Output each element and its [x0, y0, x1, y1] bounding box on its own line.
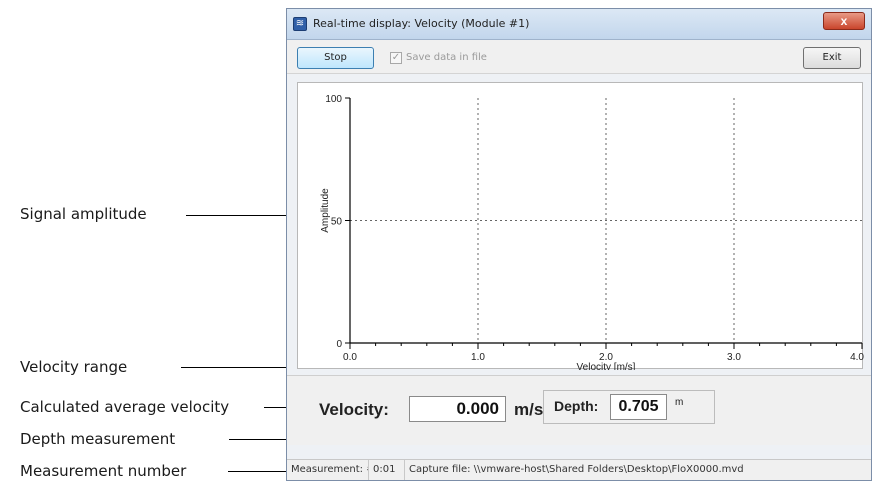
- x-tick-label: 3.0: [727, 352, 741, 363]
- save-data-label: Save data in file: [406, 52, 487, 63]
- callout-calculated-average-velocity: Calculated average velocity: [20, 398, 230, 416]
- callout-velocity-range: Velocity range: [20, 358, 128, 376]
- save-data-checkbox[interactable]: ✓: [390, 52, 402, 64]
- y-tick-label: 100: [325, 94, 342, 105]
- realtime-display-window: ≋ Real-time display: Velocity (Module #1…: [286, 8, 872, 481]
- app-icon: ≋: [293, 17, 307, 31]
- exit-button[interactable]: Exit: [803, 47, 861, 69]
- leader-line-measurement-number: [228, 471, 288, 472]
- depth-label: Depth:: [554, 398, 599, 414]
- depth-value-field: 0.705: [610, 394, 667, 420]
- y-tick-label: 0: [336, 339, 342, 350]
- callout-signal-amplitude: Signal amplitude: [20, 205, 147, 223]
- x-tick-label: 0.0: [343, 352, 357, 363]
- status-bar: Measurement: #4 0:01 Capture file: \\vmw…: [287, 459, 871, 480]
- callout-measurement-number: Measurement number: [20, 462, 187, 480]
- x-axis-label: Velocity [m/s]: [577, 362, 636, 370]
- depth-group: Depth: 0.705 m: [543, 390, 715, 424]
- x-tick-label: 4.0: [850, 352, 864, 363]
- velocity-amplitude-chart: 0501000.0 1.0 2.0 3.0 4.0Velocity [m/s]Ampli…: [320, 94, 864, 370]
- status-capture-file: Capture file: \\vmware-host\Shared Folde…: [409, 464, 744, 475]
- callout-depth-measurement: Depth measurement: [20, 430, 176, 448]
- depth-unit: m: [675, 397, 684, 408]
- y-axis-label: Amplitude: [320, 188, 331, 233]
- window-title: Real-time display: Velocity (Module #1): [313, 17, 530, 30]
- velocity-chart-panel: 0 50 100 0.0 1.0 2.0 3.0 4.0 Velocity [m/s] Ampli…: [297, 82, 864, 370]
- stop-button[interactable]: Stop: [297, 47, 374, 69]
- status-elapsed-time: 0:01: [369, 460, 405, 480]
- close-button[interactable]: x: [823, 12, 865, 30]
- y-tick-label: 50: [331, 217, 343, 228]
- velocity-value-field: 0.000: [409, 396, 506, 422]
- velocity-unit: m/s: [514, 400, 544, 419]
- x-tick-label: 1.0: [471, 352, 485, 363]
- title-bar[interactable]: ≋ Real-time display: Velocity (Module #1…: [287, 9, 871, 40]
- toolbar: Stop ✓ Save data in file Exit: [287, 40, 871, 74]
- readout-panel: Velocity: 0.000 m/s Depth: 0.705 m: [287, 375, 871, 445]
- status-measurement-number: Measurement: #4: [287, 460, 369, 480]
- velocity-label: Velocity:: [319, 400, 389, 419]
